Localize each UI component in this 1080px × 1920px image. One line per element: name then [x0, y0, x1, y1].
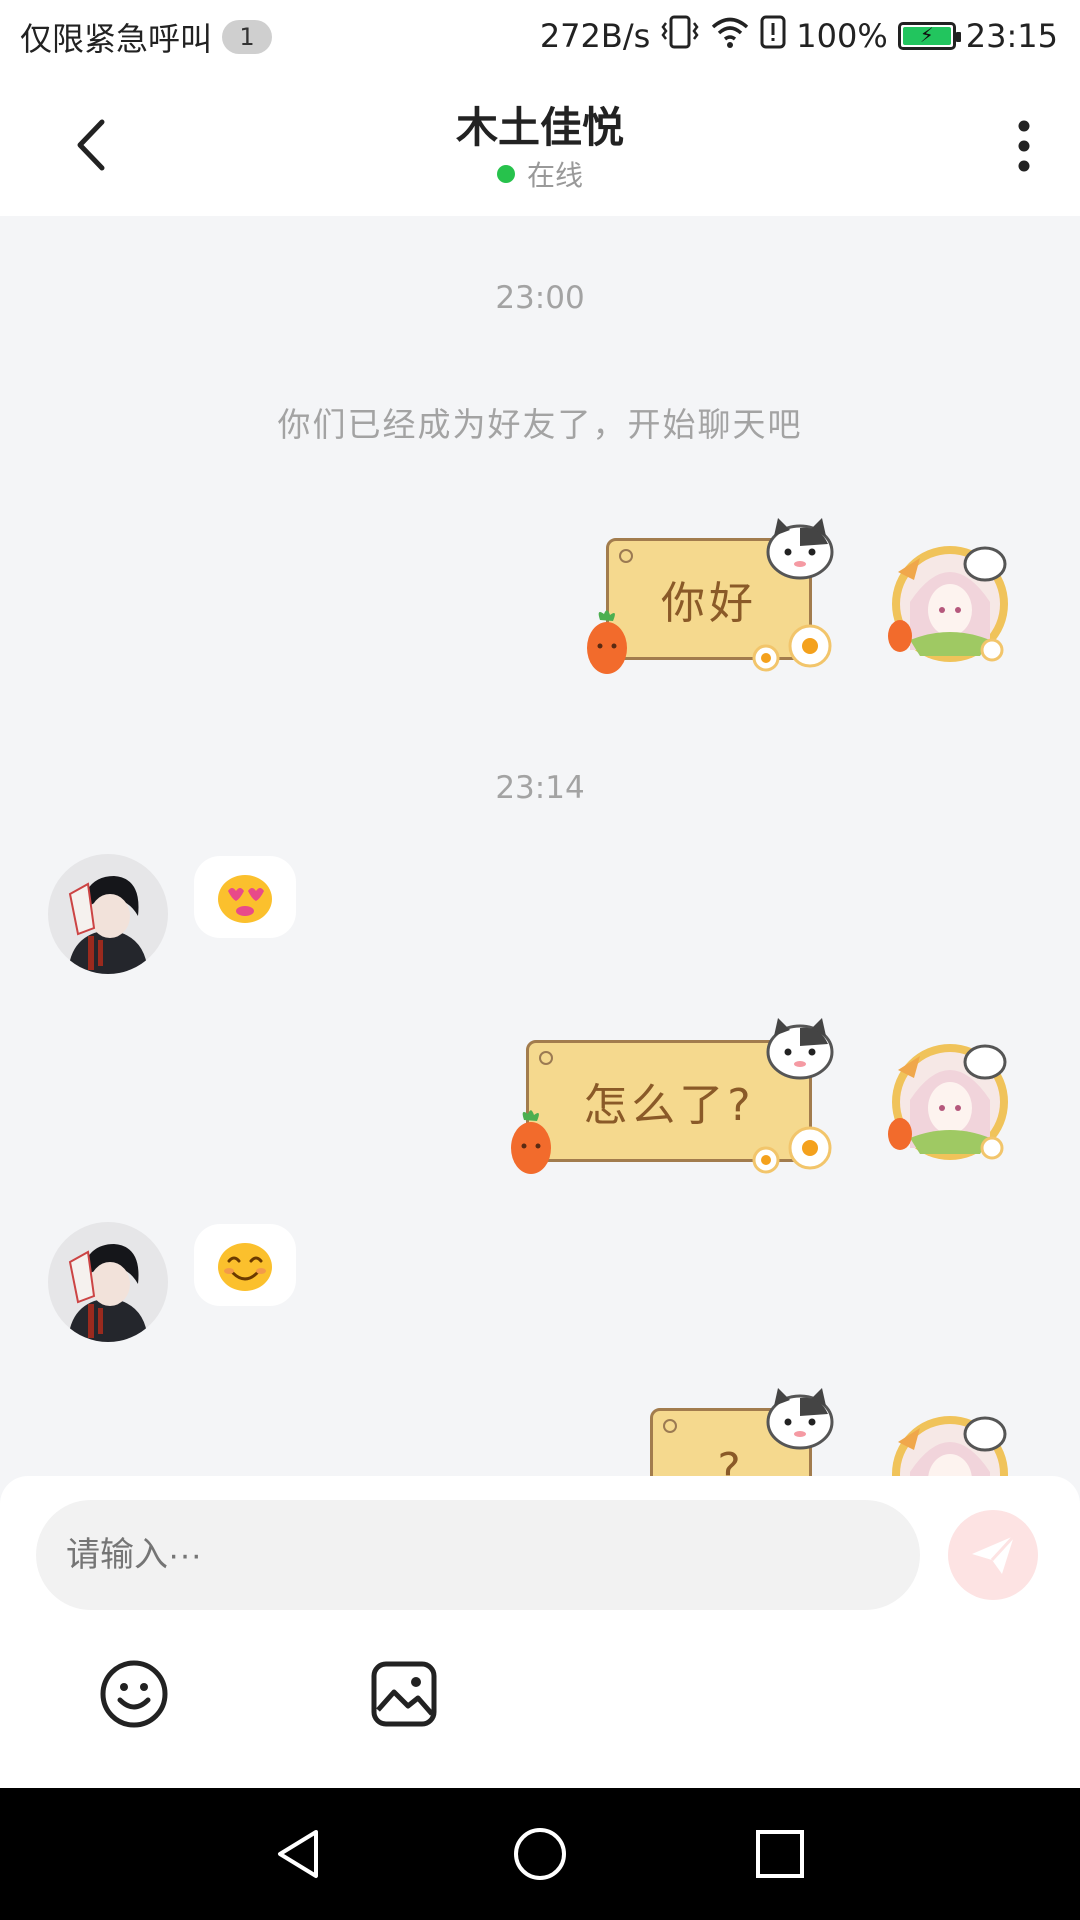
notification-badge: 1 [222, 20, 273, 54]
my-avatar[interactable] [880, 532, 1020, 672]
send-button[interactable] [948, 1510, 1038, 1600]
nail-decoration-icon [619, 549, 633, 563]
carrot-sticker-icon [587, 610, 627, 674]
flower-sticker-icon [752, 1126, 832, 1174]
charging-bolt-icon: ⚡ [919, 23, 934, 47]
chat-header: 木土佳悦 在线 [0, 70, 1080, 216]
system-message: 你们已经成为好友了，开始聊天吧 [277, 405, 803, 444]
heart-eyes-emoji-icon [218, 875, 272, 923]
nail-decoration-icon [663, 1419, 677, 1433]
message-bubble-incoming[interactable] [194, 856, 296, 938]
battery-percent: 100% [796, 17, 888, 55]
online-dot-icon [496, 165, 515, 183]
my-avatar-image [888, 1044, 1008, 1160]
message-text: ? [717, 1443, 745, 1477]
wifi-icon [710, 15, 750, 57]
friend-avatar[interactable] [48, 1222, 168, 1342]
image-button[interactable] [368, 1658, 440, 1730]
my-avatar[interactable] [880, 1030, 1020, 1170]
carrier-text: 仅限紧急呼叫 [20, 20, 213, 58]
status-bar: 仅限紧急呼叫 1 272B/s 100% ⚡ 23:15 [0, 0, 1080, 70]
cat-sticker-icon [766, 1388, 834, 1450]
send-plane-icon [972, 1534, 1016, 1574]
message-bubble-incoming[interactable] [194, 1224, 296, 1306]
nav-recents-button[interactable] [750, 1824, 810, 1884]
chat-list[interactable]: 23:00 你们已经成为好友了，开始聊天吧 你好 23:14 怎么了? ? [0, 216, 1080, 1476]
timestamp: 23:00 [495, 280, 585, 316]
nav-back-button[interactable] [270, 1824, 330, 1884]
cat-sticker-icon [766, 518, 834, 580]
message-input[interactable] [36, 1500, 920, 1610]
back-triangle-icon [278, 1830, 318, 1878]
nav-home-button[interactable] [510, 1824, 570, 1884]
status-left: 仅限紧急呼叫 1 [20, 14, 273, 60]
image-icon [371, 1661, 437, 1727]
input-panel [0, 1476, 1080, 1788]
recents-square-icon [756, 1830, 804, 1878]
online-status: 在线 [0, 154, 1080, 194]
alert-icon [760, 14, 786, 58]
flower-sticker-icon [752, 624, 832, 672]
home-circle-icon [514, 1828, 566, 1880]
cat-sticker-icon [766, 1018, 834, 1080]
carrot-sticker-icon [511, 1110, 551, 1174]
status-right: 272B/s 100% ⚡ 23:15 [540, 14, 1058, 58]
message-text: 怎么了? [583, 1080, 755, 1131]
my-avatar[interactable] [880, 1402, 1020, 1476]
friend-avatar[interactable] [48, 854, 168, 974]
timestamp: 23:14 [495, 770, 585, 806]
smiling-emoji-icon [218, 1243, 272, 1291]
friend-avatar-image [48, 1222, 168, 1342]
net-speed: 272B/s [539, 17, 651, 55]
more-button[interactable] [1004, 116, 1044, 176]
message-text: 你好 [661, 578, 757, 629]
clock: 23:15 [965, 17, 1058, 55]
friend-avatar-image [48, 854, 168, 974]
chat-title: 木土佳悦 [455, 103, 624, 152]
emoji-button[interactable] [98, 1658, 170, 1730]
navigation-bar [0, 1788, 1080, 1920]
my-avatar-image [888, 546, 1008, 662]
emoji-icon [100, 1660, 168, 1728]
my-avatar-image [892, 1416, 1008, 1476]
nail-decoration-icon [539, 1051, 553, 1065]
more-vertical-icon [1018, 120, 1030, 172]
vibrate-icon [660, 14, 700, 58]
online-status-label: 在线 [526, 159, 583, 192]
battery-icon: ⚡ [897, 22, 961, 50]
